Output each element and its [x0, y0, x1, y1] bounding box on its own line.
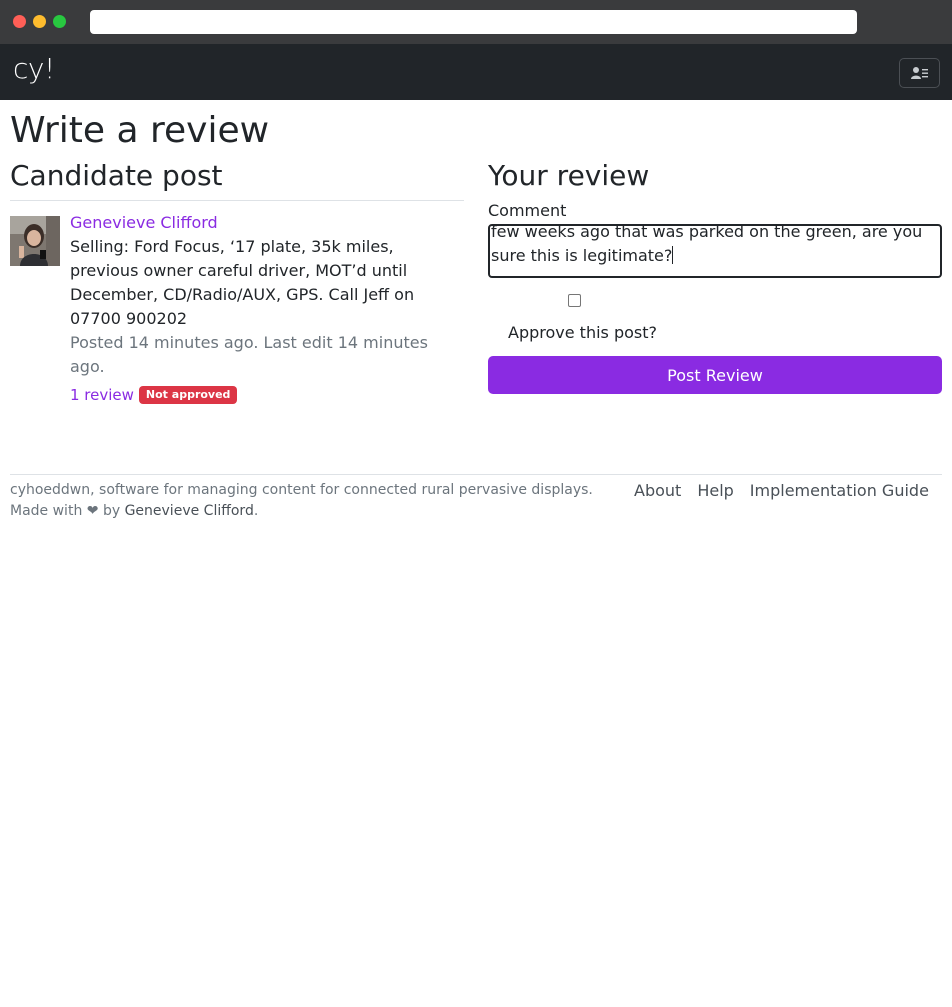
- made-with-text: Made with ❤ by: [10, 503, 121, 519]
- address-bar[interactable]: [90, 10, 857, 34]
- close-window-button[interactable]: [13, 15, 26, 28]
- avatar: [10, 216, 60, 266]
- your-review-heading: Your review: [488, 159, 650, 192]
- comment-label: Comment: [488, 201, 567, 220]
- footer-credit: Made with ❤ by Genevieve Clifford.: [10, 501, 593, 522]
- footer-link-implementation-guide[interactable]: Implementation Guide: [750, 481, 929, 501]
- post-timestamp: Posted 14 minutes ago. Last edit 14 minu…: [70, 333, 428, 376]
- footer-link-help[interactable]: Help: [697, 481, 733, 501]
- candidate-post-heading: Candidate post: [10, 159, 223, 192]
- text-caret: [672, 246, 674, 264]
- credit-author-link[interactable]: Genevieve Clifford: [125, 503, 254, 519]
- brand-logo[interactable]: cy!: [13, 52, 55, 85]
- review-status: 1 review Not approved: [70, 383, 460, 407]
- minimize-window-button[interactable]: [33, 15, 46, 28]
- maximize-window-button[interactable]: [53, 15, 66, 28]
- candidate-post: Genevieve Clifford Selling: Ford Focus, …: [70, 211, 460, 407]
- page-title: Write a review: [10, 110, 270, 151]
- comment-text: few weeks ago that was parked on the gre…: [491, 224, 928, 265]
- divider: [10, 200, 464, 201]
- reviews-link[interactable]: 1 review: [70, 383, 134, 407]
- footer-link-about[interactable]: About: [634, 481, 681, 501]
- approve-label[interactable]: Approve this post?: [508, 323, 657, 343]
- post-review-button[interactable]: Post Review: [488, 356, 942, 394]
- footer-links: About Help Implementation Guide: [634, 481, 929, 501]
- credit-suffix: .: [253, 503, 259, 519]
- status-badge: Not approved: [138, 386, 238, 404]
- user-list-icon: [910, 67, 928, 79]
- footer-divider: [10, 474, 942, 475]
- footer-description: cyhoeddwn, software for managing content…: [10, 482, 593, 498]
- browser-chrome: [0, 0, 952, 44]
- approve-checkbox[interactable]: [568, 294, 581, 307]
- account-menu-button[interactable]: [899, 58, 940, 88]
- comment-textarea[interactable]: few weeks ago that was parked on the gre…: [488, 224, 942, 278]
- author-link[interactable]: Genevieve Clifford: [70, 211, 460, 235]
- footer-info: cyhoeddwn, software for managing content…: [10, 480, 593, 522]
- post-text: Selling: Ford Focus, ‘17 plate, 35k mile…: [70, 237, 415, 328]
- navbar: cy!: [0, 44, 952, 100]
